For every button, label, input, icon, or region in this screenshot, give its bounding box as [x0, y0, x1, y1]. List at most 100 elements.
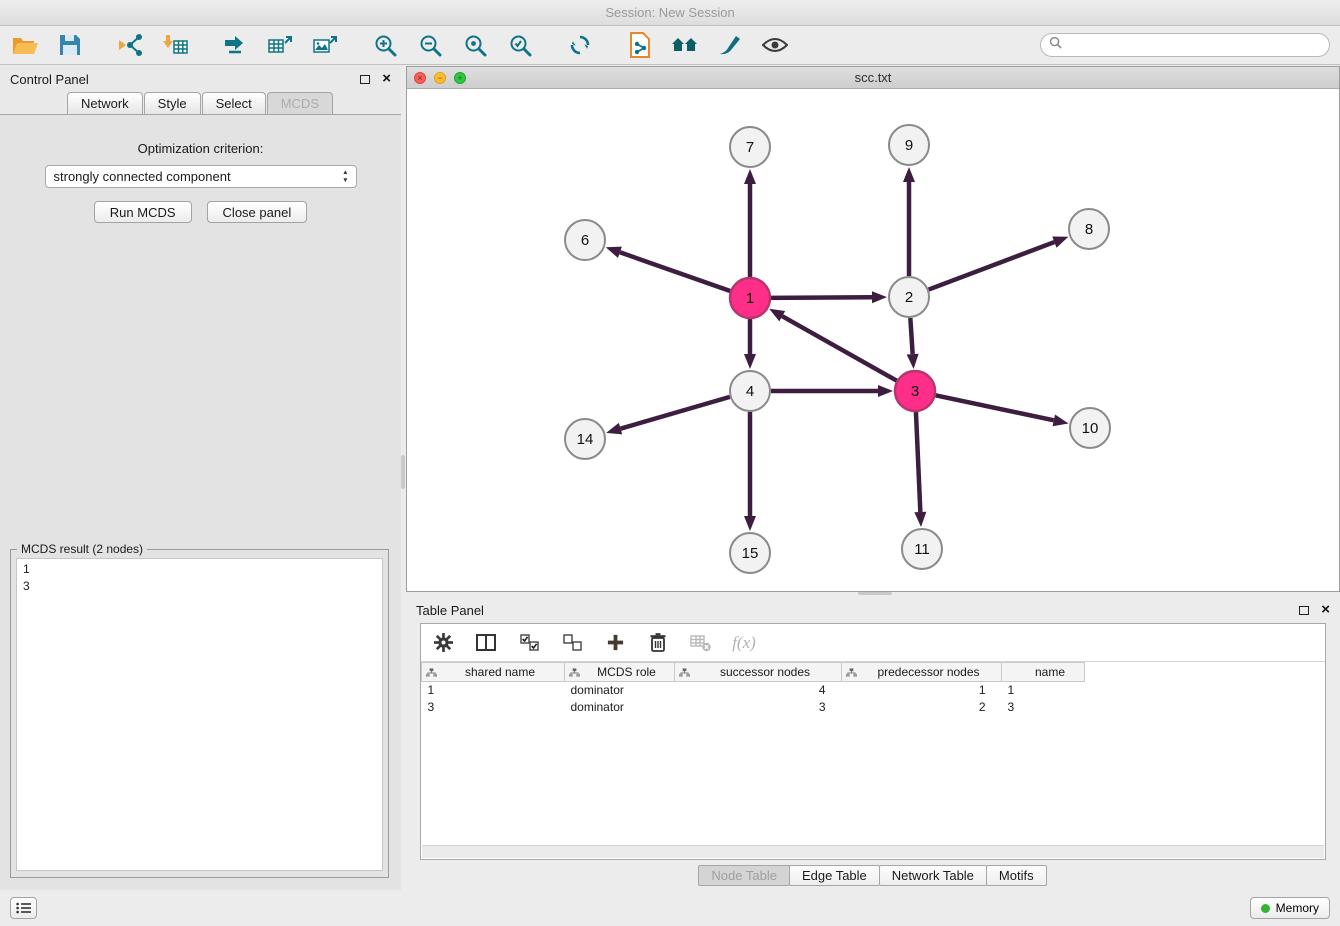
table-cell: 1: [1002, 682, 1085, 699]
svg-text:15: 15: [742, 545, 759, 562]
mcds-result-title: MCDS result (2 nodes): [17, 542, 147, 556]
export-table-icon[interactable]: [265, 30, 295, 60]
zoom-selected-icon[interactable]: [505, 30, 535, 60]
graph-node-1[interactable]: 1: [730, 278, 770, 318]
apply-layout-icon[interactable]: [565, 30, 595, 60]
zoom-out-icon[interactable]: [415, 30, 445, 60]
add-row-icon[interactable]: [603, 631, 627, 655]
window-title: Session: New Session: [605, 5, 734, 20]
graph-edge-3-11[interactable]: [916, 412, 920, 512]
edge-arrowhead: [606, 247, 622, 258]
network-window-title: scc.txt: [855, 70, 892, 85]
table-horizontal-scrollbar[interactable]: [422, 845, 1324, 858]
float-panel-icon[interactable]: [360, 75, 370, 84]
control-panel-tabs: Network Style Select MCDS: [0, 92, 401, 114]
graph-node-10[interactable]: 10: [1070, 408, 1110, 448]
svg-text:8: 8: [1085, 221, 1093, 238]
tab-select[interactable]: Select: [202, 92, 266, 114]
optimization-criterion-dropdown[interactable]: strongly connected component ▲▼: [45, 165, 357, 188]
search-input[interactable]: [1067, 38, 1321, 53]
tab-mcds[interactable]: MCDS: [267, 92, 333, 114]
mcds-result-list[interactable]: 1 3: [16, 558, 383, 871]
zoom-fit-icon[interactable]: [460, 30, 490, 60]
table-cell: 3: [1002, 699, 1085, 716]
deselect-all-icon[interactable]: [560, 631, 584, 655]
control-panel-title: Control Panel: [10, 72, 89, 87]
graph-edge-3-1[interactable]: [782, 316, 896, 381]
search-box[interactable]: [1040, 33, 1330, 57]
delete-table-icon[interactable]: [689, 631, 713, 655]
export-image-icon[interactable]: [310, 30, 340, 60]
export-network-icon[interactable]: [220, 30, 250, 60]
graph-node-8[interactable]: 8: [1069, 209, 1109, 249]
column-header-successor-nodes[interactable]: successor nodes: [675, 663, 842, 682]
memory-button[interactable]: Memory: [1250, 897, 1330, 919]
float-table-panel-icon[interactable]: [1299, 606, 1309, 615]
close-window-button[interactable]: ×: [414, 72, 426, 84]
graph-node-11[interactable]: 11: [902, 529, 942, 569]
style-painter-icon[interactable]: [715, 30, 745, 60]
table-row[interactable]: 3dominator323: [422, 699, 1085, 716]
close-panel-icon[interactable]: ×: [382, 72, 391, 86]
column-header-shared-name[interactable]: shared name: [422, 663, 565, 682]
network-file-icon[interactable]: [625, 30, 655, 60]
function-builder-icon[interactable]: f(x): [732, 631, 756, 655]
graph-edge-2-8[interactable]: [929, 242, 1055, 290]
graph-node-14[interactable]: 14: [565, 419, 605, 459]
graph-node-7[interactable]: 7: [730, 127, 770, 167]
mcds-result-line: 3: [23, 578, 376, 595]
graph-node-9[interactable]: 9: [889, 125, 929, 165]
import-table-icon[interactable]: [160, 30, 190, 60]
graph-edge-1-2[interactable]: [771, 297, 872, 298]
run-mcds-button[interactable]: Run MCDS: [94, 201, 192, 223]
show-columns-icon[interactable]: [474, 631, 498, 655]
import-network-icon[interactable]: [115, 30, 145, 60]
tab-network-table[interactable]: Network Table: [879, 865, 987, 886]
column-header-name[interactable]: name: [1002, 663, 1085, 682]
show-hide-graphics-icon[interactable]: [760, 30, 790, 60]
file-group: [10, 30, 85, 60]
tab-motifs[interactable]: Motifs: [986, 865, 1047, 886]
table-settings-icon[interactable]: [431, 631, 455, 655]
zoom-window-button[interactable]: +: [454, 72, 466, 84]
graph-node-4[interactable]: 4: [730, 371, 770, 411]
mcds-result-line: 1: [23, 561, 376, 578]
select-all-icon[interactable]: [517, 631, 541, 655]
column-header-mcds-role[interactable]: MCDS role: [565, 663, 675, 682]
table-cell: 1: [842, 682, 1002, 699]
table-tabs: Node Table Edge Table Network Table Moti…: [406, 865, 1340, 886]
delete-row-icon[interactable]: [646, 631, 670, 655]
tab-node-table[interactable]: Node Table: [698, 865, 790, 886]
graph-node-3[interactable]: 3: [895, 371, 935, 411]
minimize-window-button[interactable]: −: [434, 72, 446, 84]
edge-arrowhead: [1052, 236, 1068, 247]
graph-node-2[interactable]: 2: [889, 277, 929, 317]
graph-edge-4-14[interactable]: [621, 397, 730, 429]
zoom-in-icon[interactable]: [370, 30, 400, 60]
network-graph: 7 9 6 8 1 2 4 3 14 10 15 11: [407, 90, 1339, 591]
node-table: shared name MCDS role successor nodes pr…: [421, 662, 1085, 716]
vertical-splitter[interactable]: [401, 455, 405, 489]
tab-style[interactable]: Style: [144, 92, 201, 114]
tab-edge-table[interactable]: Edge Table: [789, 865, 880, 886]
control-panel-header: Control Panel ×: [0, 66, 401, 92]
task-history-button[interactable]: [10, 897, 37, 919]
tab-network[interactable]: Network: [67, 92, 143, 114]
svg-text:1: 1: [746, 290, 754, 307]
network-canvas[interactable]: 7 9 6 8 1 2 4 3 14 10 15 11: [407, 90, 1339, 591]
table-row[interactable]: 1dominator411: [422, 682, 1085, 699]
svg-text:7: 7: [746, 139, 754, 156]
save-session-icon[interactable]: [55, 30, 85, 60]
open-file-icon[interactable]: [10, 30, 40, 60]
graph-node-15[interactable]: 15: [730, 533, 770, 573]
column-header-predecessor-nodes[interactable]: predecessor nodes: [842, 663, 1002, 682]
svg-text:9: 9: [905, 137, 913, 154]
first-neighbors-icon[interactable]: [670, 30, 700, 60]
close-table-panel-icon[interactable]: ×: [1321, 603, 1330, 617]
graph-edge-3-10[interactable]: [936, 395, 1054, 420]
graph-edge-2-3[interactable]: [910, 318, 912, 354]
graph-node-6[interactable]: 6: [565, 220, 605, 260]
graph-edge-1-6[interactable]: [620, 252, 730, 291]
svg-text:11: 11: [914, 541, 930, 558]
close-panel-button[interactable]: Close panel: [207, 201, 308, 223]
